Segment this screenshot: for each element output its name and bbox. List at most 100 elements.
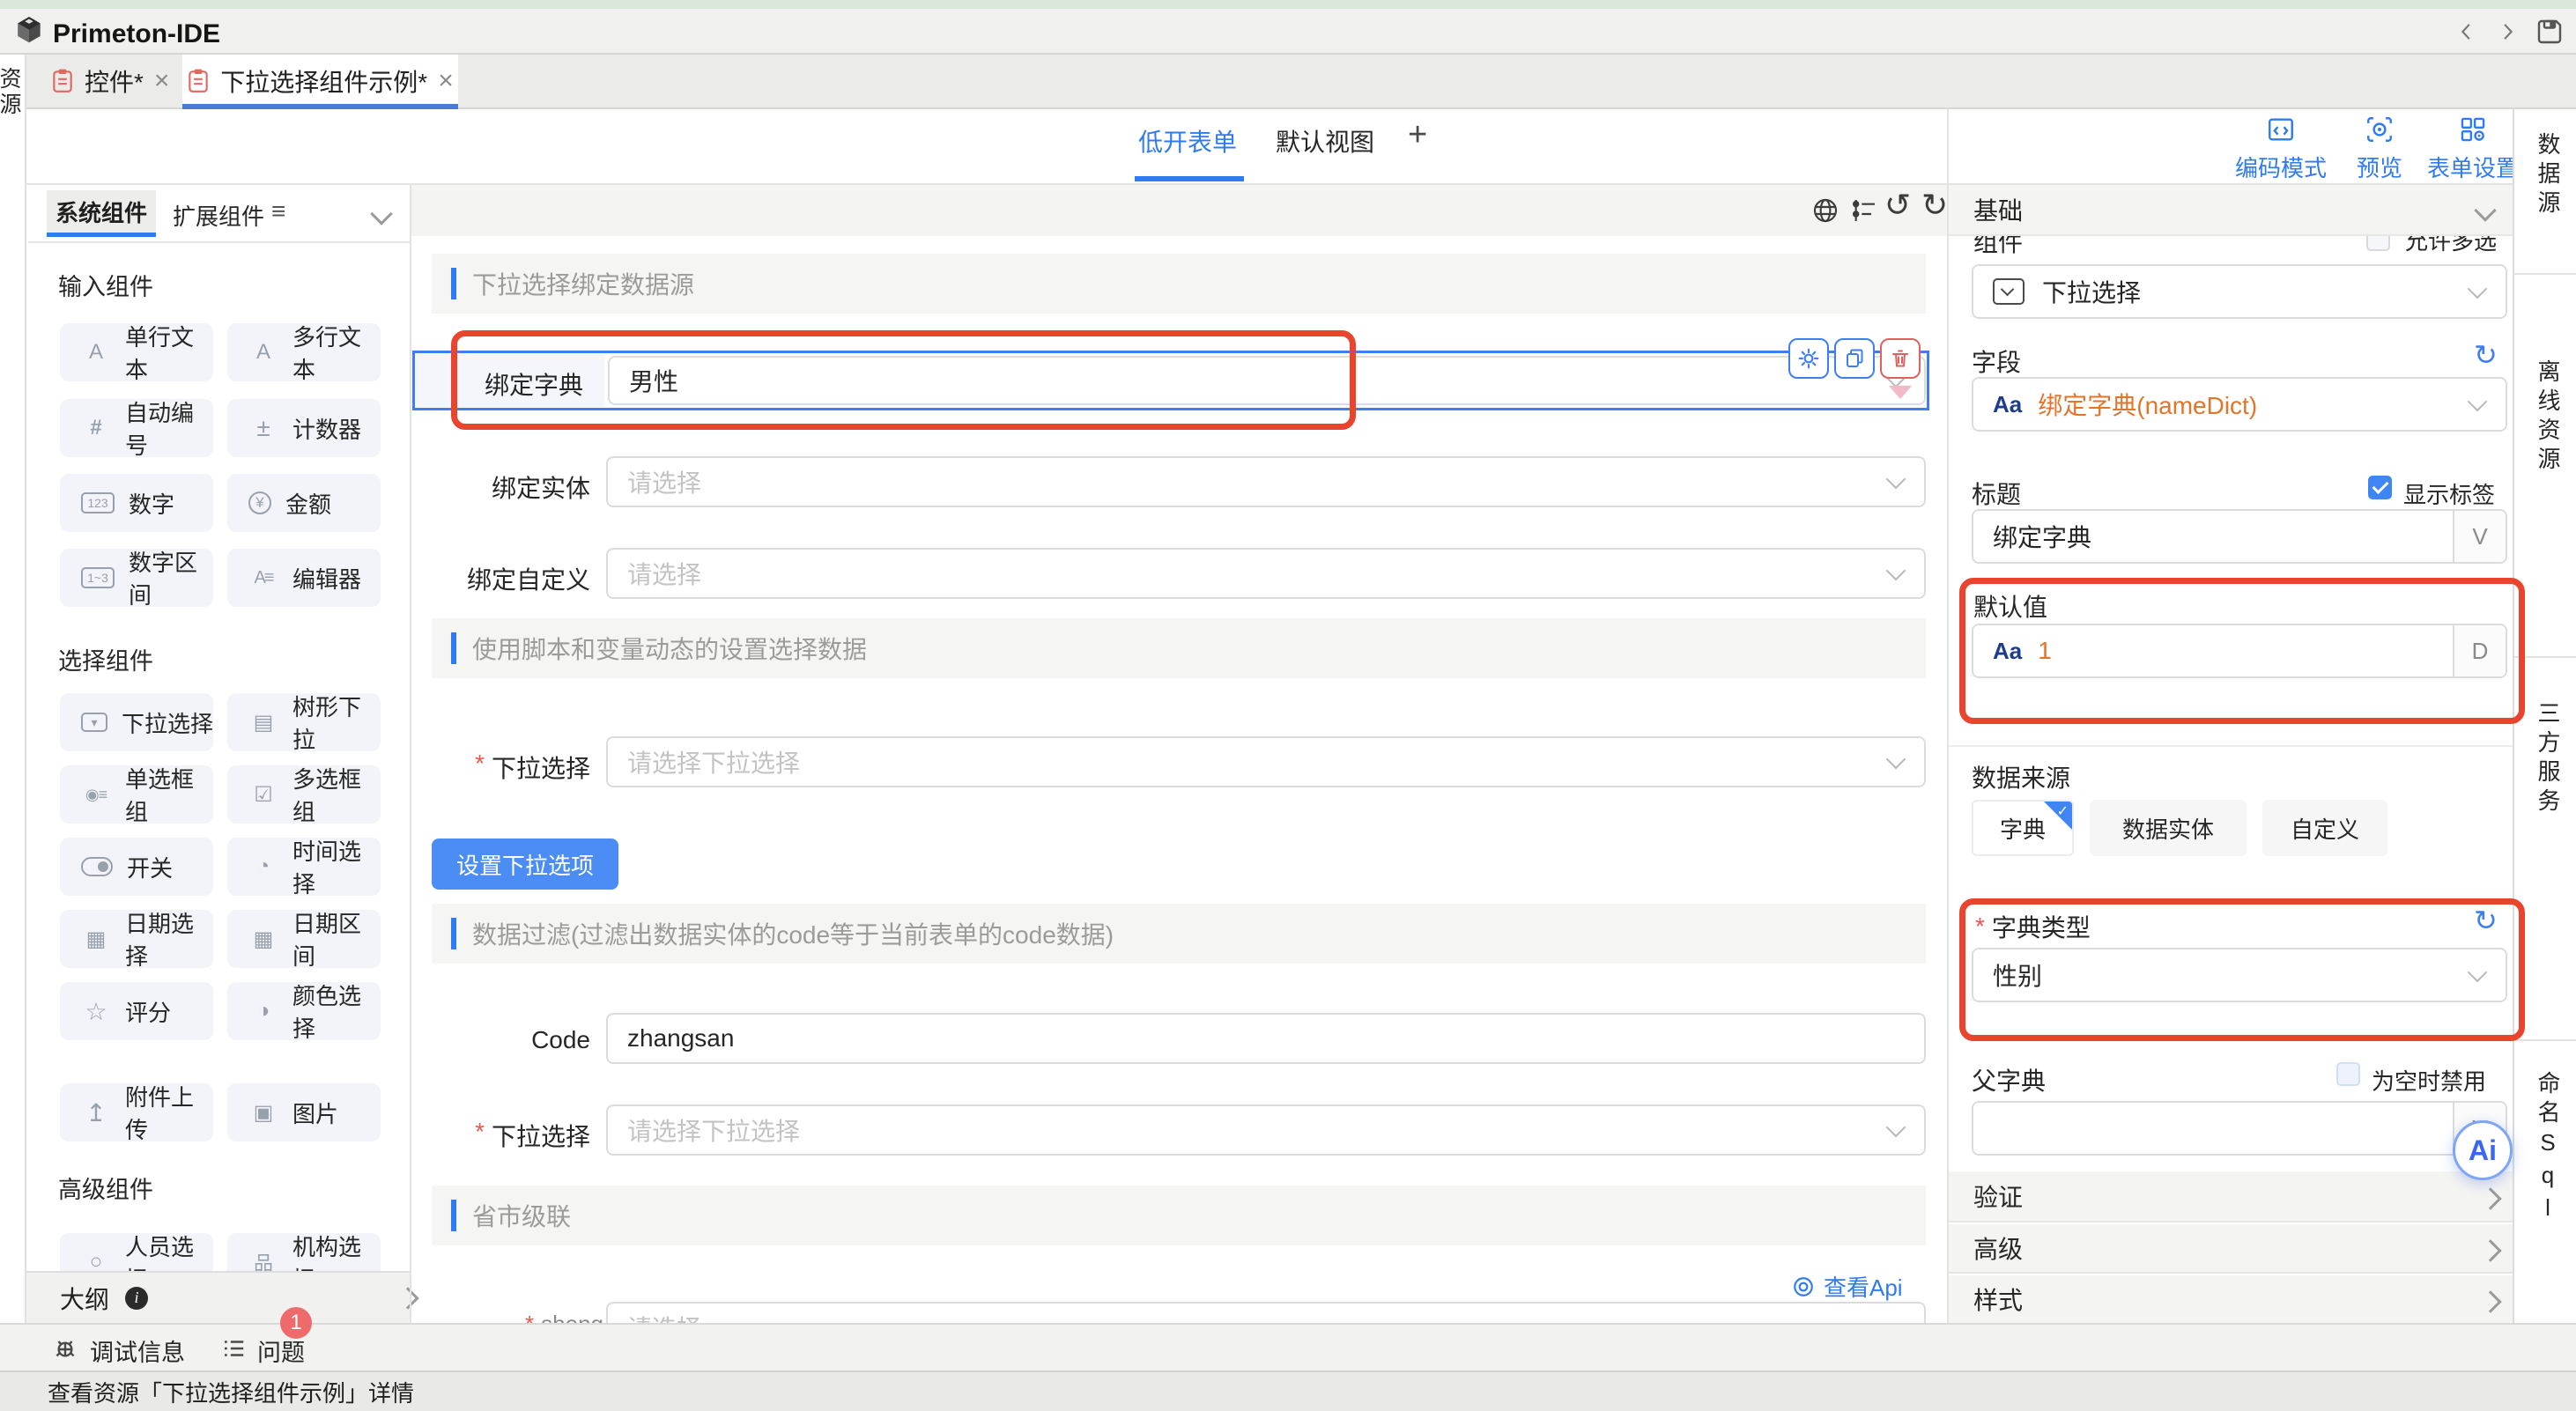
component-item-date[interactable]: 日期选择 (60, 910, 213, 968)
form-settings-button[interactable]: 表单设置 (2424, 115, 2521, 183)
title-variable-button[interactable]: V (2453, 511, 2506, 562)
tab-extension-components[interactable]: 扩展组件 (173, 199, 264, 232)
debug-icon[interactable] (51, 1333, 79, 1362)
preview-button[interactable]: 预览 (2354, 115, 2405, 183)
code-mode-button[interactable]: 编码模式 (2232, 115, 2329, 183)
radio-group-icon (81, 786, 111, 804)
panel-section-validation[interactable]: 验证 (1949, 1171, 2513, 1223)
tab-label: 数据实体 (2122, 812, 2214, 845)
component-item-color[interactable]: 颜色选择 (227, 982, 381, 1040)
component-item-editor[interactable]: 编辑器 (227, 549, 381, 607)
parent-dict-input[interactable]: V (1972, 1101, 2507, 1156)
doc-tab-dropdown-example[interactable]: 下拉选择组件示例* (182, 55, 458, 107)
panel-section-style[interactable]: 样式 (1949, 1275, 2513, 1325)
bind-entity-select[interactable]: 请选择 (606, 456, 1926, 507)
dict-type-select[interactable]: 性别 (1972, 948, 2507, 1002)
component-item-rating[interactable]: 评分 (60, 982, 213, 1040)
close-icon[interactable] (154, 66, 170, 96)
section-label: 样式 (1973, 1282, 2023, 1317)
component-item-switch[interactable]: 开关 (60, 838, 213, 896)
problems-list-icon[interactable] (220, 1335, 247, 1362)
default-dynamic-button[interactable]: D (2453, 625, 2506, 676)
dropdown1-select[interactable]: 请选择下拉选择 (606, 736, 1926, 787)
data-source-tab-entity[interactable]: 数据实体 (2090, 800, 2247, 856)
set-dropdown-options-button[interactable]: 设置下拉选项 (432, 838, 618, 890)
panel-section-advanced[interactable]: 高级 (1949, 1224, 2513, 1274)
autonumber-icon (81, 416, 111, 440)
component-item-number[interactable]: 数字 (60, 474, 213, 532)
component-item-select[interactable]: 下拉选择 (60, 693, 213, 751)
daterange-icon (248, 927, 278, 952)
component-item-tree-select[interactable]: 树形下拉 (227, 693, 381, 751)
title-input[interactable]: 绑定字典 V (1972, 509, 2507, 564)
default-value-input[interactable]: Aa 1 D (1972, 624, 2507, 678)
field-delete-button[interactable] (1880, 338, 1921, 379)
outline-tree-icon[interactable] (1850, 196, 1878, 225)
sheng-select[interactable]: 请选择... (606, 1302, 1926, 1323)
component-item-time[interactable]: 时间选择 (227, 838, 381, 896)
data-source-tab-dict[interactable]: 字典 (1972, 800, 2074, 856)
panel-menu-icon[interactable] (271, 197, 285, 225)
expand-chevron-icon (2479, 1187, 2501, 1209)
code-input[interactable]: zhangsan (606, 1013, 1926, 1064)
component-type-select[interactable]: 下拉选择 (1972, 264, 2507, 319)
save-icon[interactable] (2534, 16, 2565, 48)
globe-icon[interactable] (1811, 196, 1839, 225)
field-binding-select[interactable]: Aa 绑定字典(nameDict) (1972, 377, 2507, 432)
show-label-checkbox[interactable] (2368, 476, 2392, 499)
data-source-tab-custom[interactable]: 自定义 (2262, 800, 2387, 856)
problems-badge: 1 (280, 1307, 312, 1339)
field-label: 字段 (1972, 344, 2021, 379)
undo-icon[interactable] (1884, 187, 1911, 224)
debug-info-button[interactable]: 调试信息 (90, 1333, 185, 1368)
ai-assistant-button[interactable]: Ai (2453, 1120, 2513, 1180)
field-copy-button[interactable] (1834, 338, 1875, 379)
rail-item-named-sql[interactable]: 命名Sql (2532, 1071, 2565, 1227)
rail-item-datasource[interactable]: 数据源 (2532, 132, 2565, 219)
tab-default-view[interactable]: 默认视图 (1276, 123, 1374, 159)
section-title: 下拉选择绑定数据源 (472, 266, 694, 301)
resource-rail[interactable]: 资源 (0, 55, 26, 1323)
placeholder: 请选择... (627, 1310, 722, 1323)
component-item-image[interactable]: 图片 (227, 1083, 381, 1141)
component-item-range[interactable]: 数字区间 (60, 549, 213, 607)
tab-low-code-form[interactable]: 低开表单 (1138, 123, 1237, 159)
component-label: 开关 (127, 851, 173, 883)
tab-system-components[interactable]: 系统组件 (47, 190, 156, 233)
component-item-org[interactable]: 机构选择 (227, 1233, 381, 1271)
doc-tab-controls[interactable]: 控件* (51, 55, 169, 107)
add-view-tab[interactable]: + (1408, 116, 1427, 154)
collapse-chevron-icon (2474, 199, 2496, 221)
disable-when-empty-checkbox[interactable] (2336, 1062, 2360, 1086)
rail-item-third-party-service[interactable]: 三方服务 (2532, 701, 2565, 817)
redo-icon[interactable] (1921, 187, 1948, 224)
component-item-textarea[interactable]: 多行文本 (227, 323, 381, 381)
dropdown2-select[interactable]: 请选择下拉选择 (606, 1104, 1926, 1156)
component-item-counter[interactable]: 计数器 (227, 399, 381, 457)
allow-multi-checkbox[interactable] (2366, 236, 2390, 251)
field-settings-button[interactable] (1788, 338, 1829, 379)
canvas-section-bind-datasource: 下拉选择绑定数据源 (432, 254, 1926, 314)
component-item-daterange[interactable]: 日期区间 (227, 910, 381, 968)
close-icon[interactable] (438, 66, 454, 96)
component-item-text[interactable]: 单行文本 (60, 323, 213, 381)
component-item-upload[interactable]: 附件上传 (60, 1083, 213, 1141)
panel-section-basic[interactable]: 基础 (1949, 185, 2513, 236)
bind-custom-select[interactable]: 请选择 (606, 548, 1926, 599)
check-icon (2057, 802, 2069, 820)
component-type-value: 下拉选择 (2042, 274, 2141, 309)
component-item-money[interactable]: 金额 (227, 474, 381, 532)
rail-item-offline-resource[interactable]: 离线资源 (2532, 359, 2565, 476)
outline-bar[interactable]: 大纲 (26, 1271, 410, 1323)
nav-back-icon[interactable] (2454, 19, 2479, 44)
refresh-icon[interactable] (2474, 904, 2498, 937)
refresh-icon[interactable] (2474, 338, 2498, 372)
info-icon[interactable] (125, 1287, 148, 1310)
selected-field-outline[interactable] (412, 351, 1929, 410)
button-label: 设置下拉选项 (456, 848, 594, 881)
component-item-person[interactable]: 人员选择 (60, 1233, 213, 1271)
nav-forward-icon[interactable] (2495, 19, 2520, 44)
component-item-checkbox-group[interactable]: 多选框组 (227, 765, 381, 824)
component-item-radio-group[interactable]: 单选框组 (60, 765, 213, 824)
component-item-autonumber[interactable]: 自动编号 (60, 399, 213, 457)
